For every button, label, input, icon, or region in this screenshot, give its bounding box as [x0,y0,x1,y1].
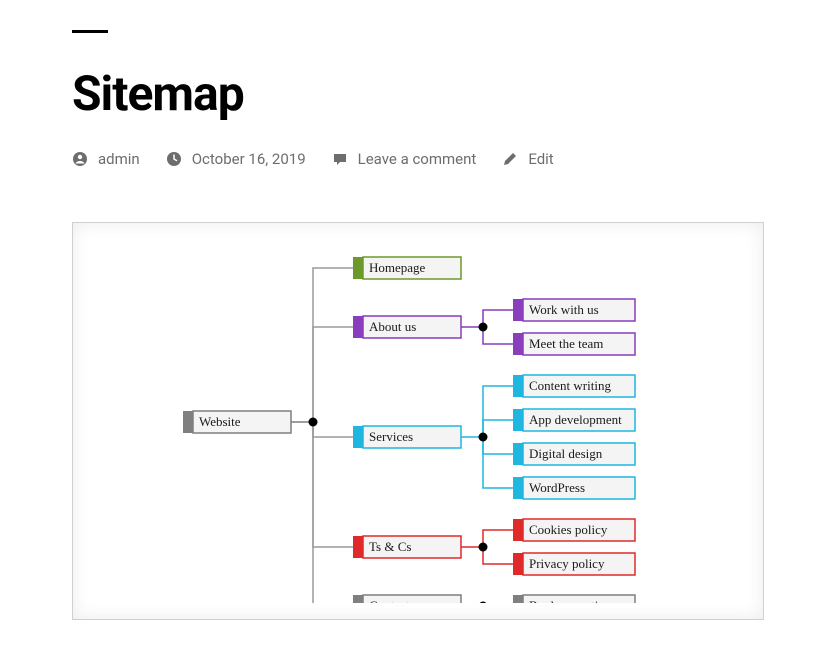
svg-text:Work with us: Work with us [529,302,599,317]
node-ts-cs: Ts & Cs [353,536,461,558]
svg-text:WordPress: WordPress [529,480,585,495]
svg-text:About us: About us [369,319,416,334]
node-services: Services [353,426,461,448]
page-title: Sitemap [72,65,764,122]
connector-dot [479,602,488,604]
connector-dot [479,323,488,332]
connector-line [313,422,353,603]
svg-text:Digital design: Digital design [529,446,603,461]
node-homepage: Homepage [353,257,461,279]
node-contact-us: Contact us [353,595,461,603]
author-link[interactable]: admin [98,150,140,168]
node-meet-the-team: Meet the team [513,333,635,355]
node-content-writing: Content writing [513,375,635,397]
edit-link[interactable]: Edit [528,150,553,168]
connector-dot [479,543,488,552]
svg-text:Homepage: Homepage [369,260,426,275]
svg-text:Ts & Cs: Ts & Cs [369,539,411,554]
author-meta: admin [72,150,140,168]
node-website: Website [183,411,291,433]
comment-link[interactable]: Leave a comment [358,150,477,168]
connector-line [313,268,353,422]
connector-line [483,310,513,327]
connector-line [483,327,513,344]
node-work-with-us: Work with us [513,299,635,321]
connector-dot [309,418,318,427]
svg-text:Privacy policy: Privacy policy [529,556,605,571]
svg-text:Content writing: Content writing [529,378,611,393]
svg-text:Contact us: Contact us [369,598,424,603]
svg-text:Cookies policy: Cookies policy [529,522,608,537]
comment-icon [332,151,348,167]
connector-line [313,422,353,547]
svg-text:Website: Website [199,414,241,429]
date-meta: October 16, 2019 [166,150,306,168]
connector-line [483,437,513,488]
comment-meta: Leave a comment [332,150,477,168]
connector-line [313,422,353,437]
edit-meta: Edit [502,150,553,168]
node-app-development: App development [513,409,635,431]
clock-icon [166,151,182,167]
connector-dot [479,433,488,442]
pencil-icon [502,151,518,167]
connector-line [483,437,513,454]
svg-text:Meet the team: Meet the team [529,336,603,351]
sitemap-diagram: Homepage Work with us Meet the team About u… [72,222,764,620]
connector-line [313,327,353,422]
post-meta: admin October 16, 2019 Leave a comment E… [72,150,764,168]
connector-line [483,420,513,437]
connector-line [483,547,513,564]
connector-line [483,530,513,547]
node-wordpress: WordPress [513,477,635,499]
node-digital-design: Digital design [513,443,635,465]
date-link[interactable]: October 16, 2019 [192,150,306,168]
node-privacy-policy: Privacy policy [513,553,635,575]
svg-text:Services: Services [369,429,413,444]
diagram-svg: Homepage Work with us Meet the team About u… [73,241,764,603]
node-about-us: About us [353,316,461,338]
svg-text:App development: App development [529,412,622,427]
user-icon [72,151,88,167]
connector-line [483,386,513,437]
node-book-a-meeting: Book a meeting [513,595,635,603]
svg-text:Book a meeting: Book a meeting [529,598,612,603]
node-cookies-policy: Cookies policy [513,519,635,541]
title-divider [72,30,108,33]
